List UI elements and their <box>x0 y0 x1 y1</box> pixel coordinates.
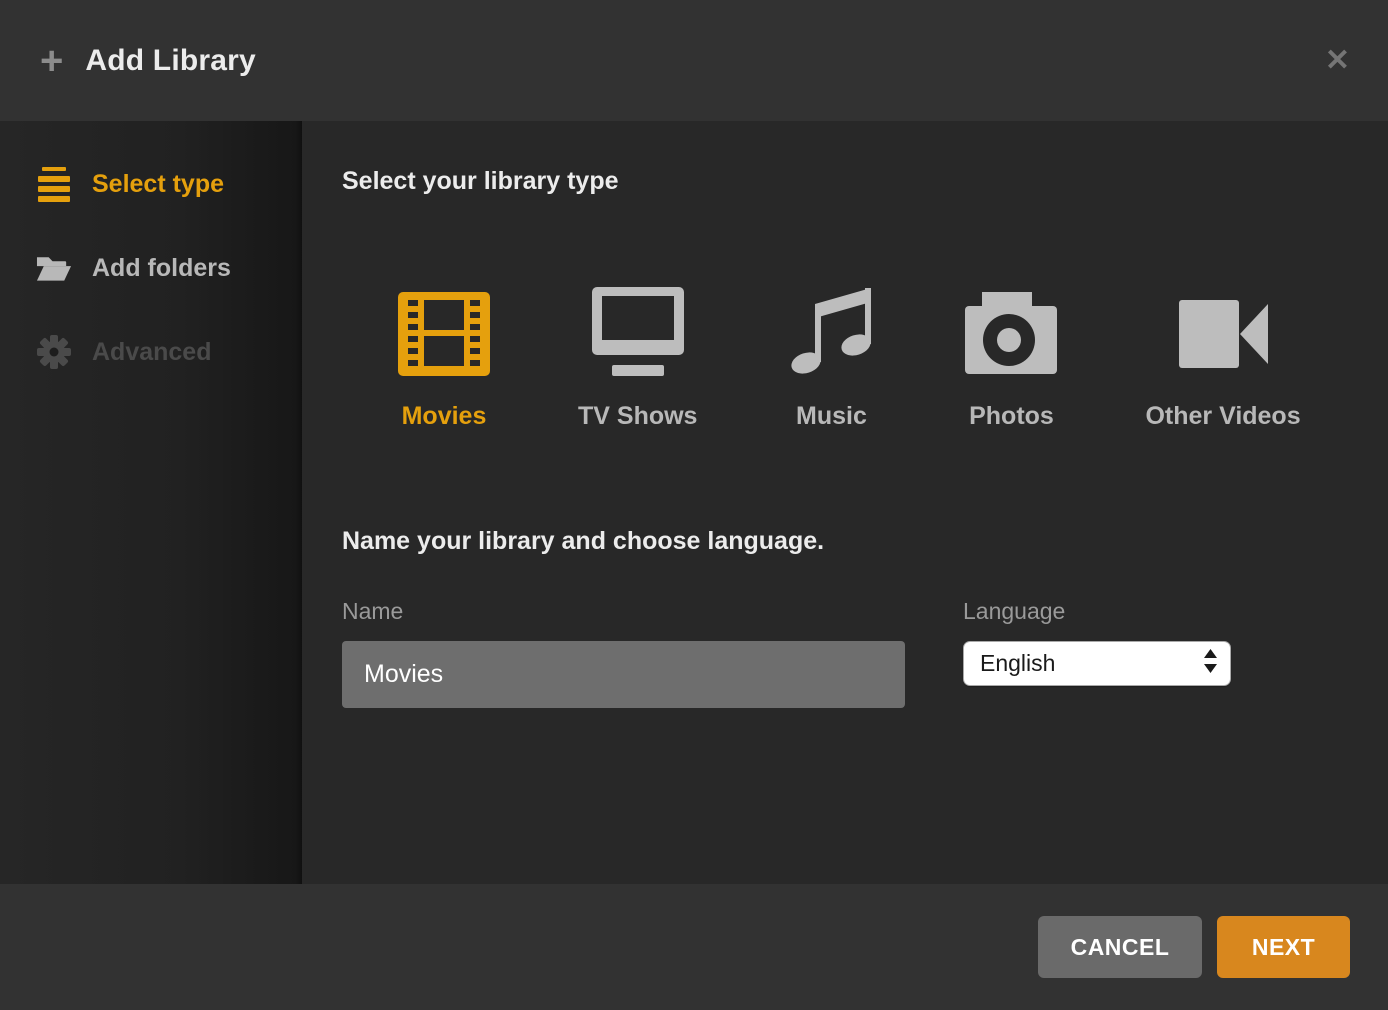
next-button[interactable]: NEXT <box>1217 916 1350 978</box>
steps-sidebar: Select type Add folders <box>0 121 302 884</box>
type-label: Movies <box>402 402 487 431</box>
select-spinner-icon <box>1204 649 1217 678</box>
type-option-music[interactable]: Music <box>785 290 877 431</box>
camera-icon <box>965 290 1057 376</box>
close-icon[interactable]: ✕ <box>1325 46 1350 76</box>
gear-icon <box>36 335 72 369</box>
type-option-other-videos[interactable]: Other Videos <box>1145 290 1300 431</box>
type-option-photos[interactable]: Photos <box>965 290 1057 431</box>
tv-icon <box>592 290 684 376</box>
sidebar-item-advanced: Advanced <box>0 327 302 377</box>
type-label: TV Shows <box>578 402 697 431</box>
type-section-heading: Select your library type <box>342 167 1388 196</box>
type-label: Photos <box>969 402 1054 431</box>
name-label: Name <box>342 598 905 625</box>
dialog-title: Add Library <box>85 44 256 78</box>
add-library-dialog: + Add Library ✕ Select type <box>0 0 1388 1010</box>
dialog-header: + Add Library ✕ <box>0 0 1388 121</box>
music-note-icon <box>785 290 877 376</box>
cancel-button[interactable]: CANCEL <box>1038 916 1202 978</box>
library-type-row: Movies TV Shows <box>398 290 1388 431</box>
library-name-input[interactable] <box>342 641 905 708</box>
language-label: Language <box>963 598 1231 625</box>
main-panel: Select your library type <box>302 121 1388 884</box>
type-label: Other Videos <box>1145 402 1300 431</box>
language-select[interactable]: English <box>963 641 1231 686</box>
folder-icon <box>36 253 72 284</box>
film-strip-icon <box>398 290 490 376</box>
sidebar-item-label: Advanced <box>92 338 211 367</box>
sidebar-item-select-type[interactable]: Select type <box>0 159 302 209</box>
video-camera-icon <box>1177 290 1269 376</box>
sidebar-item-label: Add folders <box>92 254 231 283</box>
language-selected-value: English <box>980 650 1055 677</box>
dialog-body: Select type Add folders <box>0 121 1388 884</box>
sidebar-item-label: Select type <box>92 170 224 199</box>
type-option-movies[interactable]: Movies <box>398 290 490 431</box>
type-option-tv-shows[interactable]: TV Shows <box>578 290 697 431</box>
type-label: Music <box>796 402 867 431</box>
sidebar-item-add-folders[interactable]: Add folders <box>0 243 302 293</box>
dialog-footer: CANCEL NEXT <box>0 884 1388 1010</box>
name-section-heading: Name your library and choose language. <box>342 527 1388 556</box>
list-icon <box>36 166 72 202</box>
name-language-row: Name Language English <box>342 598 1388 708</box>
plus-icon: + <box>40 41 63 81</box>
